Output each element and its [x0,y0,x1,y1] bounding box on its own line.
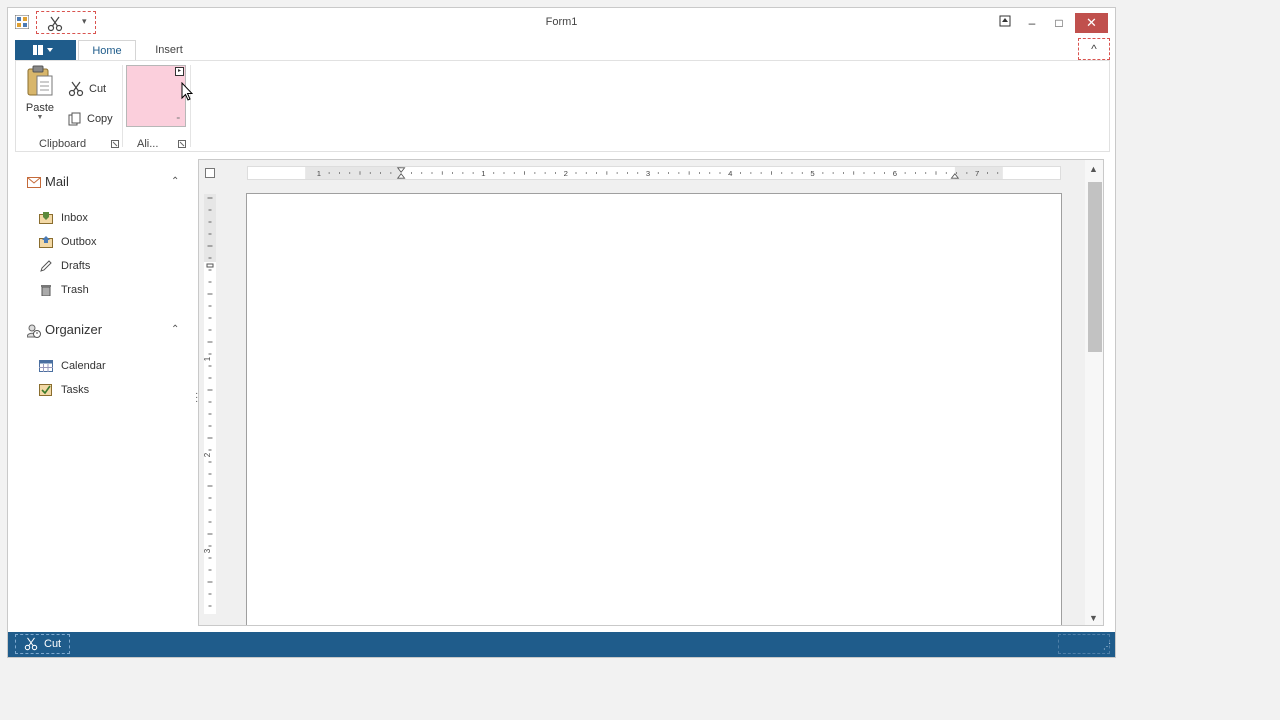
navigation-pane: Mail ⌃ Inbox Outbox Drafts Trash Organiz… [15,160,198,630]
copy-button[interactable]: Copy [68,109,113,129]
inbox-icon [39,212,53,225]
resize-grip-icon[interactable]: ⋰ [1103,642,1111,651]
nav-item-label: Outbox [61,236,97,248]
nav-group-organizer[interactable]: Organizer [26,320,103,340]
scrollbar-thumb[interactable] [1088,182,1102,352]
ruler-label: 6 [893,169,897,178]
outbox-icon [39,236,53,249]
group-separator [122,65,123,147]
nav-item-label: Trash [61,284,89,296]
scroll-down-icon[interactable]: ▼ [1089,613,1098,623]
window-title: Form1 [545,16,578,28]
clipboard-group-label: Clipboard [39,138,87,150]
nav-item-trash[interactable]: Trash [39,281,89,299]
ruler-label: 2 [204,452,212,457]
nav-item-label: Inbox [61,212,88,224]
pencil-icon [40,260,52,272]
main-window: ▾ Form1 – □ ✕ Home Insert ^ Paste ▼ Cut … [7,7,1116,658]
envelope-icon [27,177,41,189]
ruler-label: 2 [564,169,568,178]
scroll-up-icon[interactable]: ▲ [1089,164,1098,174]
nav-item-tasks[interactable]: Tasks [39,381,89,399]
nav-group-mail[interactable]: Mail [27,172,69,192]
nav-item-inbox[interactable]: Inbox [39,209,88,227]
ruler-label: 1 [204,356,212,361]
align-group-label: Ali... [137,138,159,150]
nav-item-outbox[interactable]: Outbox [39,233,96,251]
copy-icon [68,112,81,126]
ruler-label: 1 [317,169,321,178]
organizer-icon [26,324,41,338]
app-menu-icon [33,45,53,55]
ruler-label: 1 [481,169,485,178]
nav-group-label: Organizer [45,322,103,337]
horizontal-ruler[interactable]: 1 1 2 3 4 5 6 7 [247,166,1061,180]
ruler-label: 5 [810,169,814,178]
pin-icon[interactable] [994,14,1016,32]
chevron-up-icon[interactable]: ⌃ [171,176,179,187]
calendar-icon [39,360,53,373]
tab-insert[interactable]: Insert [142,40,196,60]
status-cut-item[interactable]: Cut [15,634,71,654]
file-tab[interactable] [15,40,76,60]
ruler-label: 7 [975,169,979,178]
nav-item-label: Drafts [61,260,91,272]
task-checkbox-icon [39,384,52,397]
mouse-cursor-icon [181,82,193,101]
cut-button[interactable]: Cut [68,79,106,99]
gallery-expand-icon[interactable]: ▸ [175,67,184,76]
ruler-label: 4 [728,169,733,178]
minimize-button[interactable]: – [1021,14,1043,32]
ribbon-panel: Paste ▼ Cut Copy Clipboard ▸ = Ali... [15,60,1110,152]
tab-stop-selector[interactable] [205,168,215,178]
chevron-up-icon[interactable]: ⌃ [171,324,179,335]
title-bar: ▾ Form1 – □ ✕ [8,8,1115,38]
vertical-scrollbar[interactable]: ▲ ▼ [1085,160,1103,625]
close-button[interactable]: ✕ [1075,13,1108,33]
cut-label: Cut [89,83,107,95]
gallery-more-icon[interactable]: = [176,116,180,122]
ruler-label: 3 [646,169,650,178]
paste-label: Paste [25,102,55,114]
paste-button[interactable]: Paste ▼ [24,65,56,121]
nav-item-drafts[interactable]: Drafts [39,257,90,275]
trash-icon [41,285,51,297]
vertical-ruler[interactable]: 1 2 3 [204,194,216,614]
scissors-icon [24,637,38,651]
copy-label: Copy [87,113,113,125]
nav-group-label: Mail [45,174,69,189]
status-bar: Cut ⋰ [8,632,1115,657]
document-page[interactable] [246,193,1062,625]
maximize-button[interactable]: □ [1048,14,1070,32]
color-swatch-gallery[interactable]: ▸ = [126,65,186,127]
dialog-launcher-icon[interactable] [178,140,186,148]
document-editor[interactable]: 1 1 2 3 4 5 6 7 1 2 3 ▲ ▼ [198,159,1104,626]
group-separator [190,65,191,147]
tab-home[interactable]: Home [78,40,136,60]
nav-item-label: Tasks [61,384,90,396]
status-item-label: Cut [44,638,62,650]
dialog-launcher-icon[interactable] [111,140,119,148]
nav-item-label: Calendar [61,360,106,372]
clipboard-icon [27,65,53,96]
top-margin-marker[interactable] [206,263,214,268]
collapse-ribbon-button[interactable]: ^ [1078,38,1110,60]
nav-item-calendar[interactable]: Calendar [39,357,106,375]
ruler-label: 3 [204,548,212,553]
scissors-icon [68,81,84,97]
paste-dropdown-icon[interactable]: ▼ [24,114,56,121]
